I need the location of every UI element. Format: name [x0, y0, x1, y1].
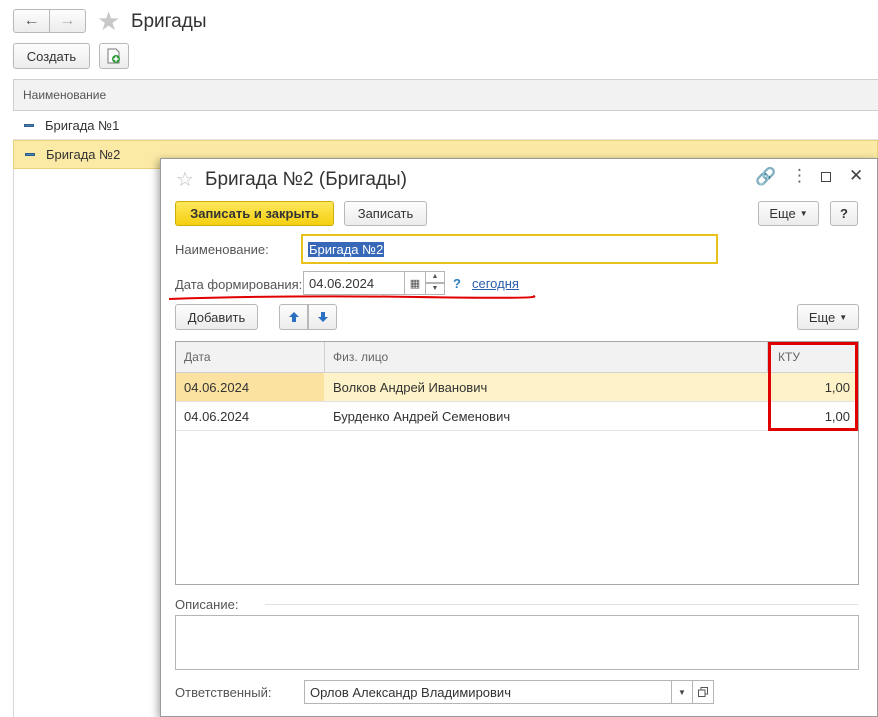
arrow-left-icon: ← [23, 12, 40, 29]
save-and-close-button[interactable]: Записать и закрыть [175, 201, 334, 226]
chevron-down-icon: ▼ [839, 312, 848, 322]
column-person-header[interactable]: Физ. лицо [333, 350, 388, 364]
arrow-down-icon [317, 312, 328, 322]
list-left-border [13, 169, 14, 717]
spin-up-icon: ▲ [431, 273, 439, 280]
maximize-icon[interactable] [821, 172, 831, 182]
dialog-title: Бригада №2 (Бригады) [205, 169, 408, 190]
name-input-value: Бригада №2 [308, 241, 385, 257]
arrow-up-icon [288, 312, 299, 322]
create-copy-button[interactable] [99, 43, 129, 69]
forward-button[interactable]: → [49, 9, 86, 33]
open-window-icon [698, 687, 708, 697]
name-label: Наименование: [175, 242, 269, 257]
create-button[interactable]: Создать [13, 43, 90, 69]
column-separator [324, 342, 325, 373]
more-button[interactable]: Еще ▼ [758, 201, 819, 226]
add-row-button[interactable]: Добавить [175, 304, 258, 330]
catalog-item-icon [24, 123, 34, 127]
arrow-right-icon: → [59, 12, 76, 29]
date-help-icon[interactable]: ? [453, 276, 461, 291]
row-date: 04.06.2024 [184, 409, 250, 424]
members-table: Дата Физ. лицо КТУ 04.06.2024 Волков Анд… [175, 341, 859, 585]
move-up-button[interactable] [279, 304, 308, 330]
chevron-down-icon: ▼ [799, 209, 808, 218]
row-person: Бурденко Андрей Семенович [333, 409, 511, 424]
responsible-input[interactable]: Орлов Александр Владимирович [304, 680, 672, 704]
responsible-open-button[interactable] [692, 680, 714, 704]
table-header: Дата Физ. лицо КТУ [176, 342, 858, 373]
name-input[interactable]: Бригада №2 [301, 234, 718, 264]
description-label: Описание: [175, 597, 239, 612]
save-button[interactable]: Записать [344, 201, 427, 226]
dialog-favorite-star-icon[interactable]: ☆ [176, 167, 194, 192]
document-add-icon [107, 48, 120, 64]
list-column-header[interactable]: Наименование [13, 79, 878, 111]
page-title: Бригады [131, 11, 207, 32]
date-spin-up[interactable]: ▲ [425, 271, 445, 283]
today-link[interactable]: сегодня [472, 276, 519, 291]
row-person: Волков Андрей Иванович [333, 380, 488, 395]
table-more-button[interactable]: Еще ▼ [797, 304, 859, 330]
list-item-label: Бригада №2 [46, 147, 121, 162]
list-item[interactable]: Бригада №1 [13, 111, 878, 140]
move-down-button[interactable] [308, 304, 337, 330]
more-button-label: Еще [769, 206, 796, 221]
responsible-input-value: Орлов Александр Владимирович [310, 684, 511, 700]
annotation-box [768, 342, 858, 431]
close-icon[interactable]: ✕ [849, 166, 863, 186]
link-icon[interactable]: 🔗 [755, 167, 776, 187]
column-name-label: Наименование [23, 88, 107, 102]
list-item-label: Бригада №1 [45, 117, 120, 133]
table-row[interactable]: 04.06.2024 Бурденко Андрей Семенович 1,0… [176, 402, 858, 431]
catalog-item-icon [25, 153, 35, 156]
help-button[interactable]: ? [830, 201, 858, 226]
table-more-button-label: Еще [808, 309, 836, 325]
chevron-down-icon: ▼ [678, 687, 686, 697]
description-textarea[interactable] [175, 615, 859, 670]
responsible-label: Ответственный: [175, 685, 272, 700]
more-vertical-icon[interactable]: ⋮ [791, 167, 808, 184]
favorite-star-icon[interactable]: ★ [97, 6, 120, 37]
date-label: Дата формирования: [175, 277, 303, 292]
responsible-dropdown-button[interactable]: ▼ [671, 680, 693, 704]
table-row[interactable]: 04.06.2024 Волков Андрей Иванович 1,00 [176, 373, 858, 402]
description-divider [265, 604, 858, 605]
back-button[interactable]: ← [13, 9, 50, 33]
row-date: 04.06.2024 [184, 380, 250, 395]
annotation-underline [168, 295, 536, 300]
column-date-header[interactable]: Дата [184, 350, 211, 364]
date-input-value: 04.06.2024 [309, 275, 375, 291]
calendar-icon: ▦ [409, 277, 421, 290]
item-dialog: ☆ Бригада №2 (Бригады) 🔗 ⋮ ✕ Записать и … [160, 158, 878, 717]
